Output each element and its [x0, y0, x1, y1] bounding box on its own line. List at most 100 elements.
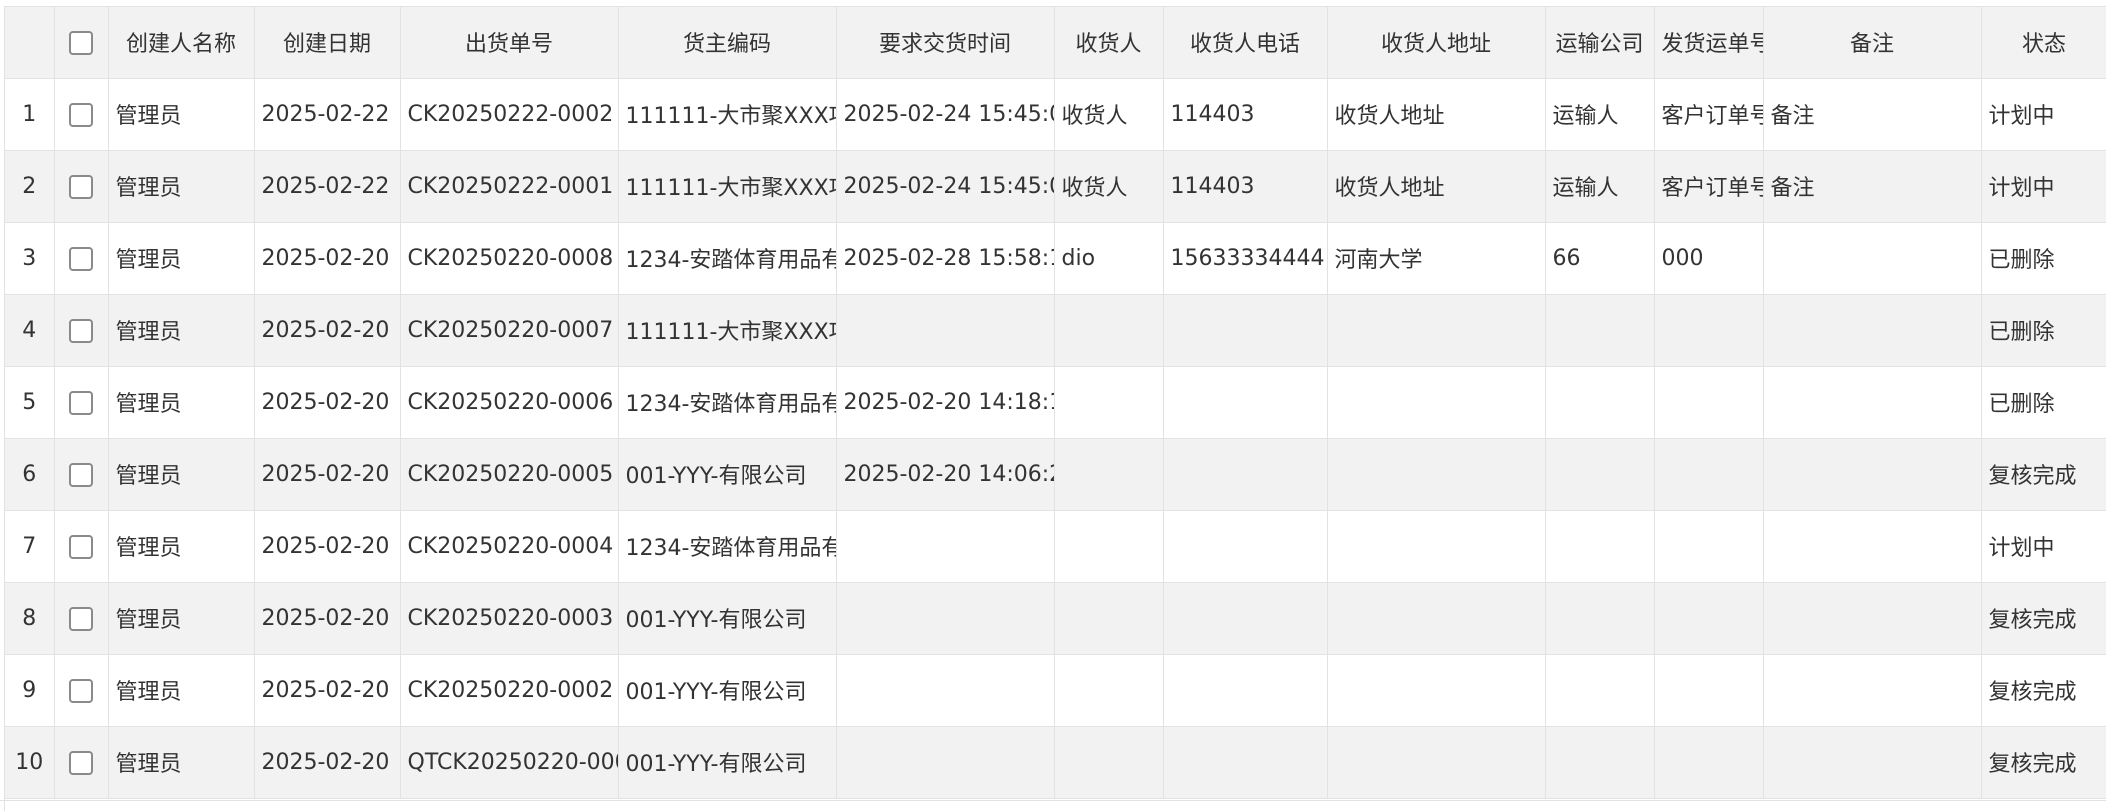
cell-consignee-address: 河南大学	[1327, 222, 1546, 295]
header-consignee[interactable]: 收货人	[1054, 7, 1164, 79]
cell-owner-code: 001-YYY-有限公司	[618, 654, 837, 727]
cell-status: 计划中	[1981, 150, 2106, 223]
cell-consignee-phone	[1163, 294, 1328, 367]
row-select-cell[interactable]	[54, 150, 109, 223]
header-delivery-time[interactable]: 要求交货时间	[836, 7, 1055, 79]
row-select-cell[interactable]	[54, 222, 109, 295]
cell-consignee-address	[1327, 654, 1546, 727]
row-index: 7	[5, 510, 55, 583]
cell-remark	[1763, 510, 1982, 583]
table-row[interactable]: 3 管理员 2025-02-20 CK20250220-0008 1234-安踏体育用品…	[5, 222, 2106, 295]
header-created-date[interactable]: 创建日期	[254, 7, 401, 79]
table-row[interactable]: 4 管理员 2025-02-20 CK20250220-0007 111111-大市聚X…	[5, 294, 2106, 367]
cell-creator: 管理员	[108, 222, 255, 295]
cell-status: 复核完成	[1981, 654, 2106, 727]
row-checkbox[interactable]	[69, 390, 93, 415]
cell-status: 已删除	[1981, 222, 2106, 295]
header-status[interactable]: 状态	[1981, 7, 2106, 79]
cell-consignee	[1054, 366, 1164, 439]
cell-remark: 备注	[1763, 150, 1982, 223]
header-owner-code[interactable]: 货主编码	[618, 7, 837, 79]
cell-delivery-time: 2025-02-20 14:18:18	[836, 366, 1055, 439]
table-body: 1 管理员 2025-02-22 CK20250222-0002 111111-大市聚X…	[5, 78, 2106, 799]
row-checkbox[interactable]	[69, 678, 93, 703]
row-checkbox[interactable]	[69, 534, 93, 559]
cell-shipment-no: CK20250220-0002	[400, 654, 619, 727]
row-index: 4	[5, 294, 55, 367]
header-creator[interactable]: 创建人名称	[108, 7, 255, 79]
grid-bottom-divider	[0, 800, 2106, 801]
cell-carrier: 运输人	[1545, 78, 1655, 151]
cell-remark	[1763, 222, 1982, 295]
header-remark[interactable]: 备注	[1763, 7, 1982, 79]
row-checkbox[interactable]	[69, 462, 93, 487]
row-checkbox[interactable]	[69, 750, 93, 775]
cell-status: 已删除	[1981, 294, 2106, 367]
row-checkbox[interactable]	[69, 174, 93, 199]
cell-carrier: 运输人	[1545, 150, 1655, 223]
table-row[interactable]: 1 管理员 2025-02-22 CK20250222-0002 111111-大市聚X…	[5, 78, 2106, 151]
cell-consignee: 收货人	[1054, 78, 1164, 151]
cell-consignee-phone	[1163, 510, 1328, 583]
cell-shipment-no: CK20250220-0003	[400, 582, 619, 655]
select-all-checkbox[interactable]	[69, 30, 93, 55]
cell-consignee-address	[1327, 510, 1546, 583]
header-consignee-phone[interactable]: 收货人电话	[1163, 7, 1328, 79]
cell-creator: 管理员	[108, 510, 255, 583]
row-index: 6	[5, 438, 55, 511]
row-select-cell[interactable]	[54, 294, 109, 367]
header-waybill-no[interactable]: 发货运单号	[1654, 7, 1764, 79]
table-row[interactable]: 9 管理员 2025-02-20 CK20250220-0002 001-YYY-有限公…	[5, 654, 2106, 727]
cell-consignee	[1054, 726, 1164, 799]
header-carrier[interactable]: 运输公司	[1545, 7, 1655, 79]
header-consignee-address[interactable]: 收货人地址	[1327, 7, 1546, 79]
row-select-cell[interactable]	[54, 726, 109, 799]
cell-shipment-no: CK20250222-0001	[400, 150, 619, 223]
cell-carrier	[1545, 366, 1655, 439]
row-select-cell[interactable]	[54, 654, 109, 727]
row-select-cell[interactable]	[54, 78, 109, 151]
cell-consignee-address	[1327, 726, 1546, 799]
cell-creator: 管理员	[108, 366, 255, 439]
row-select-cell[interactable]	[54, 438, 109, 511]
table-row[interactable]: 7 管理员 2025-02-20 CK20250220-0004 1234-安踏体育用品…	[5, 510, 2106, 583]
cell-created-date: 2025-02-22	[254, 78, 401, 151]
cell-delivery-time	[836, 294, 1055, 367]
row-index: 10	[5, 726, 55, 799]
table-row[interactable]: 6 管理员 2025-02-20 CK20250220-0005 001-YYY-有限公…	[5, 438, 2106, 511]
cell-owner-code: 001-YYY-有限公司	[618, 582, 837, 655]
cell-carrier	[1545, 726, 1655, 799]
row-checkbox[interactable]	[69, 606, 93, 631]
cell-consignee	[1054, 510, 1164, 583]
cell-waybill-no: 000	[1654, 222, 1764, 295]
cell-carrier	[1545, 294, 1655, 367]
cell-waybill-no	[1654, 438, 1764, 511]
table-row[interactable]: 5 管理员 2025-02-20 CK20250220-0006 1234-安踏体育用品…	[5, 366, 2106, 439]
header-select-all[interactable]	[54, 7, 109, 79]
cell-owner-code: 111111-大市聚XXX项	[618, 78, 837, 151]
cell-consignee-address: 收货人地址	[1327, 150, 1546, 223]
header-shipment-no[interactable]: 出货单号	[400, 7, 619, 79]
row-select-cell[interactable]	[54, 366, 109, 439]
table-row[interactable]: 10 管理员2025-02-20QTCK20250220-0001001-YYY-…	[5, 726, 2106, 799]
cell-delivery-time	[836, 510, 1055, 583]
cell-consignee-address: 收货人地址	[1327, 78, 1546, 151]
cell-consignee-address	[1327, 294, 1546, 367]
row-select-cell[interactable]	[54, 510, 109, 583]
cell-created-date: 2025-02-20	[254, 654, 401, 727]
cell-remark: 备注	[1763, 78, 1982, 151]
cell-carrier	[1545, 438, 1655, 511]
row-checkbox[interactable]	[69, 318, 93, 343]
cell-consignee-phone: 114403	[1163, 150, 1328, 223]
cell-waybill-no	[1654, 510, 1764, 583]
cell-delivery-time	[836, 654, 1055, 727]
row-select-cell[interactable]	[54, 582, 109, 655]
cell-carrier	[1545, 654, 1655, 727]
row-checkbox[interactable]	[69, 102, 93, 127]
table-row[interactable]: 2 管理员 2025-02-22 CK20250222-0001 111111-大市聚X…	[5, 150, 2106, 223]
table-row[interactable]: 8 管理员 2025-02-20 CK20250220-0003 001-YYY-有限公…	[5, 582, 2106, 655]
cell-status: 计划中	[1981, 510, 2106, 583]
cell-carrier	[1545, 582, 1655, 655]
cell-created-date: 2025-02-20	[254, 510, 401, 583]
row-checkbox[interactable]	[69, 246, 93, 271]
